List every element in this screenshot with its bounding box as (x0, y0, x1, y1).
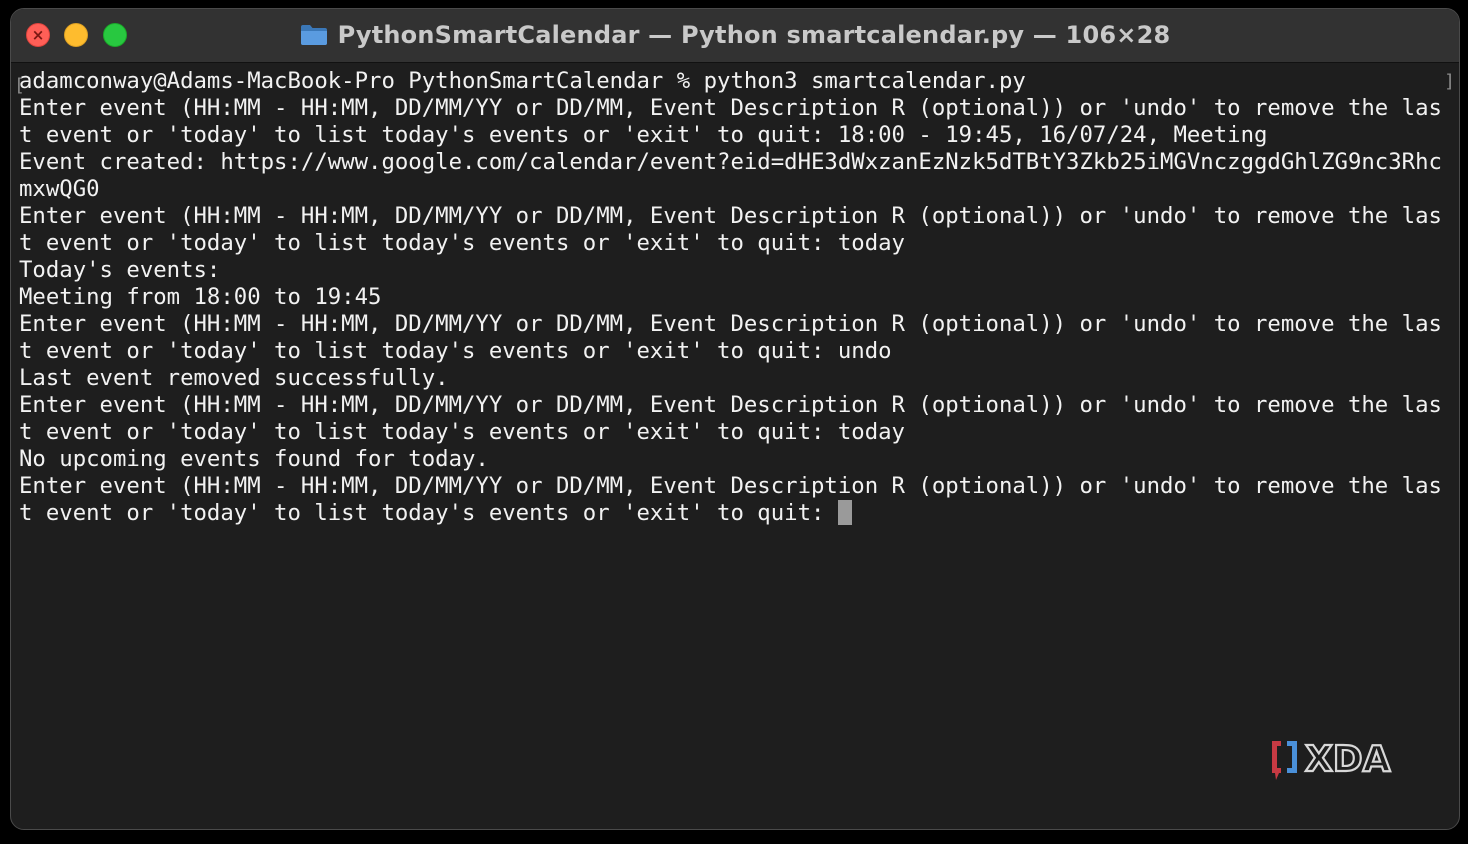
terminal-line: Enter event (HH:MM - HH:MM, DD/MM/YY or … (19, 392, 1442, 418)
title-bar[interactable]: × PythonSmartCalendar — Python smartcale… (11, 9, 1459, 63)
scroll-mark-right: ] (1444, 71, 1455, 92)
terminal-line: Enter event (HH:MM - HH:MM, DD/MM/YY or … (19, 473, 1442, 499)
terminal-window: × PythonSmartCalendar — Python smartcale… (10, 8, 1460, 830)
terminal-output[interactable]: adamconway@Adams-MacBook-Pro PythonSmart… (11, 65, 1459, 829)
terminal-line: Enter event (HH:MM - HH:MM, DD/MM/YY or … (19, 311, 1442, 337)
terminal-line: mxwQG0 (19, 176, 100, 202)
terminal-line: Event created: https://www.google.com/ca… (19, 149, 1442, 175)
terminal-line: t event or 'today' to list today's event… (19, 338, 892, 364)
terminal-line: t event or 'today' to list today's event… (19, 230, 905, 256)
xda-logo-text: XDA (1305, 739, 1391, 780)
scroll-mark-left: [ (14, 75, 25, 96)
terminal-line: Enter event (HH:MM - HH:MM, DD/MM/YY or … (19, 203, 1442, 229)
terminal-line: Last event removed successfully. (19, 365, 449, 391)
terminal-prompt-line: t event or 'today' to list today's event… (19, 500, 1459, 527)
window-title-group: PythonSmartCalendar — Python smartcalend… (11, 9, 1459, 61)
terminal-line: Enter event (HH:MM - HH:MM, DD/MM/YY or … (19, 95, 1442, 121)
window-title: PythonSmartCalendar — Python smartcalend… (337, 21, 1171, 49)
terminal-line: Today's events: (19, 257, 221, 283)
terminal-line: Meeting from 18:00 to 19:45 (19, 284, 382, 310)
folder-icon (300, 24, 328, 46)
xda-logo: XDA (1269, 736, 1419, 786)
text-cursor (837, 500, 852, 525)
terminal-line: adamconway@Adams-MacBook-Pro PythonSmart… (19, 68, 1026, 94)
terminal-line: t event or 'today' to list today's event… (19, 122, 1268, 148)
terminal-line: No upcoming events found for today. (19, 446, 489, 472)
terminal-line: t event or 'today' to list today's event… (19, 419, 905, 445)
